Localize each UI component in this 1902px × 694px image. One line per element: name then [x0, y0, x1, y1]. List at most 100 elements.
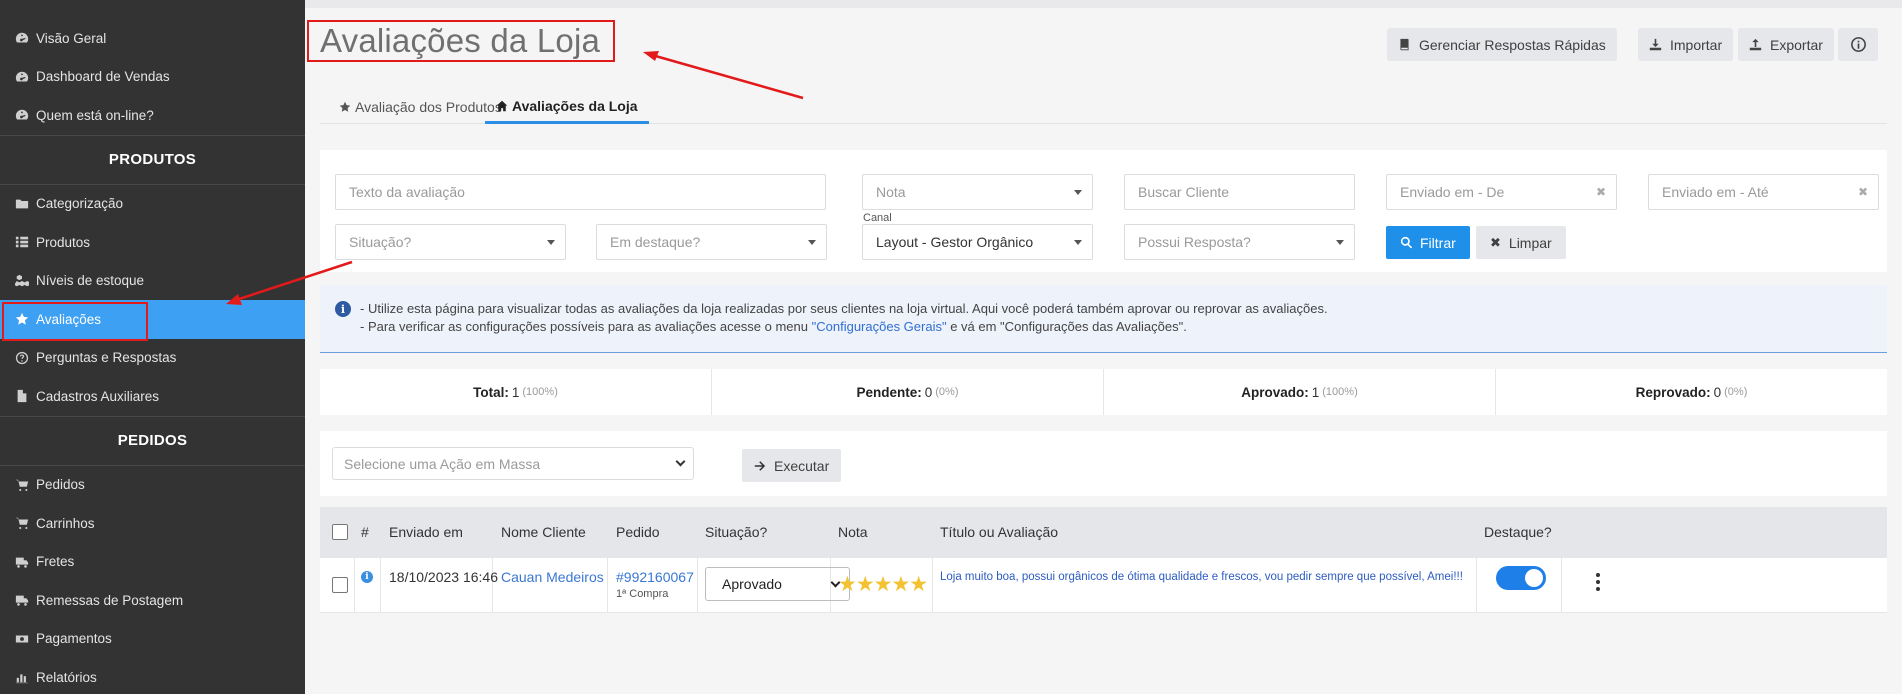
stat-pendente: Pendente: 0 (0%): [712, 369, 1104, 415]
tab-avaliacao-produtos[interactable]: Avaliação dos Produtos: [335, 90, 506, 124]
sidebar-item-relatorios[interactable]: Relatórios: [0, 658, 305, 694]
cell-divider: [607, 558, 608, 613]
export-icon: [1749, 38, 1762, 51]
status-row-select[interactable]: Aprovado: [705, 567, 850, 601]
tab-label: Avaliações da Loja: [512, 97, 638, 114]
customer-link[interactable]: Cauan Medeiros: [501, 569, 604, 585]
sidebar-item-perguntas-respostas[interactable]: Perguntas e Respostas: [0, 339, 305, 378]
info-icon[interactable]: i: [361, 571, 373, 583]
tab-label: Avaliação dos Produtos: [355, 99, 502, 115]
export-button[interactable]: Exportar: [1738, 28, 1834, 61]
sent-to-input[interactable]: Enviado em - Até ✖: [1648, 174, 1879, 210]
import-icon: [1649, 38, 1662, 51]
caret-down-icon: [1336, 240, 1344, 245]
customer-search-input[interactable]: Buscar Cliente: [1124, 174, 1355, 210]
order-sub: 1ª Compra: [616, 588, 669, 600]
info-line-2: - Para verificar as configurações possív…: [360, 319, 1187, 334]
sidebar-item-label: Níveis de estoque: [36, 273, 145, 289]
sidebar-item-carrinhos[interactable]: Carrinhos: [0, 504, 305, 543]
book-icon: [1400, 38, 1409, 51]
execute-button[interactable]: Executar: [742, 449, 842, 482]
sidebar-item-dashboard-vendas[interactable]: Dashboard de Vendas: [0, 58, 305, 97]
stat-label: Reprovado:: [1635, 384, 1711, 400]
sidebar-item-pedidos[interactable]: Pedidos: [0, 466, 305, 505]
clear-icon[interactable]: ✖: [1858, 185, 1868, 199]
sidebar-item-niveis-estoque[interactable]: Níveis de estoque: [0, 262, 305, 301]
review-text-input[interactable]: Texto da avaliação: [335, 174, 826, 210]
sent-from-placeholder: Enviado em - De: [1400, 184, 1505, 200]
tab-bar: Avaliação dos Produtos Avaliações da Loj…: [320, 82, 1887, 124]
quick-replies-button[interactable]: Gerenciar Respostas Rápidas: [1387, 28, 1617, 61]
info-icon: [1850, 37, 1866, 52]
import-button[interactable]: Importar: [1638, 28, 1734, 61]
more-options-icon[interactable]: [1596, 573, 1600, 594]
review-text[interactable]: Loja muito boa, possui orgânicos de ótim…: [940, 571, 1463, 583]
sidebar-item-quem-esta-online[interactable]: Quem está on-line?: [0, 96, 305, 135]
cubes-icon: [14, 273, 30, 289]
bulk-action-panel: Selecione uma Ação em Massa Executar: [320, 431, 1887, 496]
stat-value: 0: [1713, 384, 1722, 400]
chevron-down-icon: [675, 456, 686, 467]
stat-value: 1: [1311, 384, 1320, 400]
col-rating[interactable]: Nota: [838, 524, 868, 540]
cell-divider: [697, 558, 698, 613]
col-customer[interactable]: Nome Cliente: [501, 524, 586, 540]
sidebar-item-fretes[interactable]: Fretes: [0, 543, 305, 582]
export-label: Exportar: [1770, 36, 1823, 53]
cell-divider: [1476, 558, 1477, 613]
truck-icon: [14, 554, 30, 570]
folder-icon: [14, 196, 30, 212]
sidebar-item-label: Quem está on-line?: [36, 107, 154, 123]
order-link[interactable]: #992160067: [616, 569, 694, 585]
col-title[interactable]: Título ou Avaliação: [940, 524, 1058, 540]
featured-toggle[interactable]: [1496, 566, 1546, 590]
col-status[interactable]: Situação?: [705, 524, 767, 540]
cart-icon: [14, 515, 30, 531]
cell-divider: [354, 558, 355, 613]
sent-from-input[interactable]: Enviado em - De ✖: [1386, 174, 1617, 210]
sidebar-item-produtos[interactable]: Produtos: [0, 223, 305, 262]
info-button[interactable]: [1838, 28, 1878, 61]
sidebar-item-label: Pedidos: [36, 477, 85, 493]
top-strip: [305, 0, 1902, 8]
sidebar-item-cadastros-auxiliares[interactable]: Cadastros Auxiliares: [0, 377, 305, 416]
stat-aprovado: Aprovado: 1 (100%): [1104, 369, 1496, 415]
nota-select[interactable]: Nota: [862, 174, 1093, 210]
col-hash: #: [361, 524, 369, 540]
clear-icon[interactable]: ✖: [1596, 185, 1606, 199]
canal-label: Canal: [863, 212, 892, 224]
canal-select[interactable]: Layout - Gestor Orgânico: [862, 224, 1093, 260]
nota-placeholder: Nota: [876, 184, 906, 200]
has-reply-placeholder: Possui Resposta?: [1138, 234, 1251, 250]
sidebar-item-pagamentos[interactable]: Pagamentos: [0, 620, 305, 659]
info-line-2-prefix: - Para verificar as configurações possív…: [360, 319, 812, 334]
col-featured[interactable]: Destaque?: [1484, 524, 1552, 540]
row-checkbox[interactable]: [332, 577, 348, 593]
stat-value: 1: [511, 384, 520, 400]
configuracoes-gerais-link[interactable]: "Configurações Gerais": [812, 319, 947, 334]
filter-button-label: Filtrar: [1420, 234, 1456, 251]
sidebar-item-label: Fretes: [36, 554, 75, 570]
status-select[interactable]: Situação?: [335, 224, 566, 260]
title-highlight-box: [307, 20, 615, 62]
filter-button[interactable]: Filtrar: [1386, 226, 1470, 259]
info-line-1: - Utilize esta página para visualizar to…: [360, 301, 1328, 316]
has-reply-select[interactable]: Possui Resposta?: [1124, 224, 1355, 260]
featured-select[interactable]: Em destaque?: [596, 224, 827, 260]
clear-button[interactable]: ✖ Limpar: [1476, 226, 1566, 259]
col-order[interactable]: Pedido: [616, 524, 660, 540]
info-line-2-suffix: e vá em "Configurações das Avaliações".: [946, 319, 1187, 334]
stat-pct: (0%): [1724, 386, 1748, 398]
sent-to-placeholder: Enviado em - Até: [1662, 184, 1769, 200]
home-icon: [496, 100, 508, 111]
tab-avaliacoes-loja[interactable]: Avaliações da Loja: [485, 90, 649, 124]
bulk-action-select[interactable]: Selecione uma Ação em Massa: [332, 447, 694, 480]
sidebar-item-categorizacao[interactable]: Categorização: [0, 185, 305, 224]
select-all-checkbox[interactable]: [332, 524, 348, 540]
dashboard-icon: [14, 107, 30, 123]
col-sent[interactable]: Enviado em: [389, 524, 463, 540]
sidebar-item-visao-geral[interactable]: Visão Geral: [0, 19, 305, 58]
sidebar-item-remessas-postagem[interactable]: Remessas de Postagem: [0, 581, 305, 620]
sidebar-item-label: Cadastros Auxiliares: [36, 388, 160, 404]
table-row: i 18/10/2023 16:46 Cauan Medeiros #99216…: [320, 558, 1887, 613]
